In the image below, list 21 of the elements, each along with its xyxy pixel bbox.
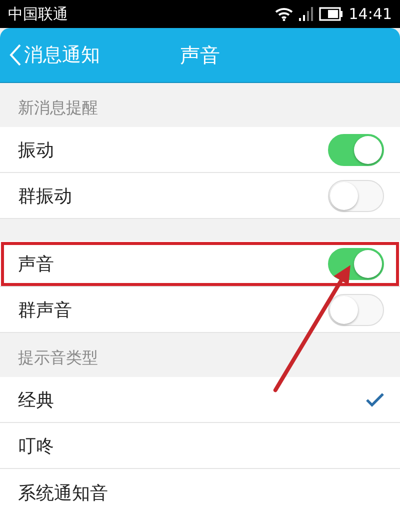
back-button[interactable]: 消息通知 (8, 42, 100, 68)
setting-label: 群声音 (18, 298, 72, 322)
toggle-switch[interactable] (328, 180, 384, 212)
page-title: 声音 (180, 43, 220, 67)
battery-icon (318, 7, 343, 21)
setting-label: 系统通知音 (18, 482, 108, 505)
setting-label: 振动 (18, 138, 54, 162)
toggle-switch[interactable] (328, 248, 384, 280)
setting-label: 声音 (18, 252, 54, 276)
wifi-icon (274, 7, 293, 21)
section-header: 提示音类型 (18, 348, 98, 369)
setting-label: 叮咚 (18, 434, 54, 458)
chevron-left-icon (8, 43, 22, 67)
setting-label: 经典 (18, 388, 54, 412)
carrier-name: 中国联通 (8, 4, 68, 24)
signal-icon (298, 7, 313, 21)
toggle-switch[interactable] (328, 134, 384, 166)
setting-label: 群振动 (18, 184, 72, 208)
section-header: 新消息提醒 (18, 98, 98, 119)
toggle-switch[interactable] (328, 294, 384, 326)
clock-time: 14:41 (348, 5, 392, 23)
